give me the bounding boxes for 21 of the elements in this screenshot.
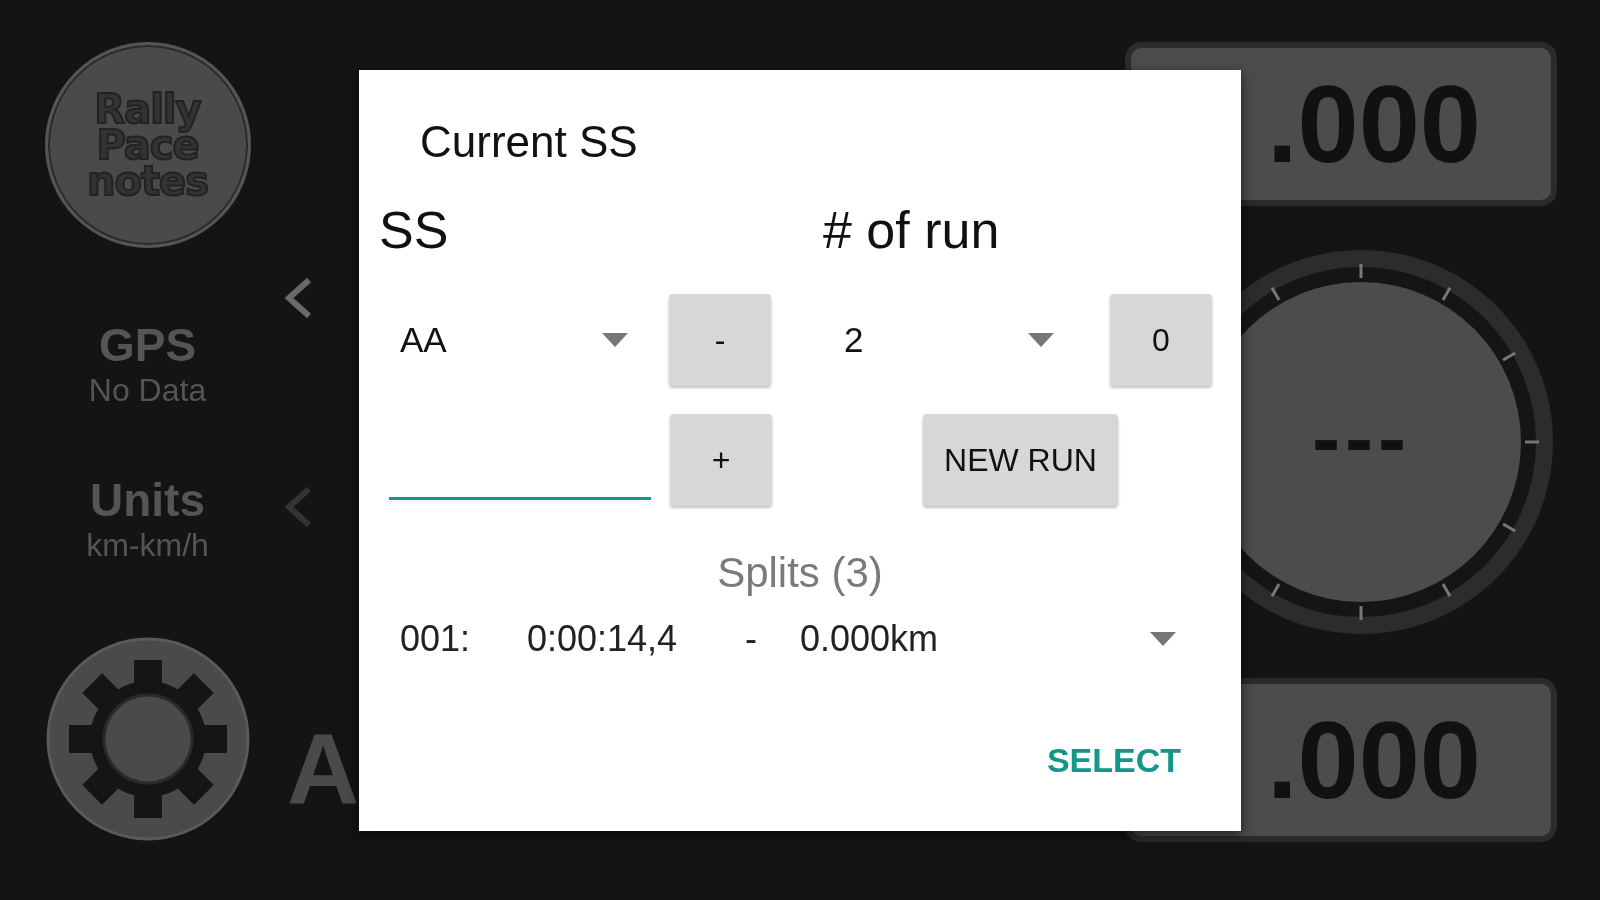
minus-button[interactable]: - (669, 294, 771, 386)
dialog-title: Current SS (420, 120, 639, 164)
splits-heading: Splits (3) (716, 548, 884, 598)
settings-icon[interactable] (44, 636, 251, 842)
plus-button[interactable]: + (670, 414, 772, 506)
dropdown[interactable]: AA (379, 313, 628, 367)
new-run-button[interactable]: NEW RUN (923, 414, 1118, 506)
caret-icon (1028, 333, 1054, 347)
status-value: km-km/h (86, 525, 209, 564)
split-dropdown[interactable]: 001: 0:00:14,4 - 0.000km (379, 612, 1221, 667)
section-label: # of run (823, 204, 1001, 261)
caret-icon (602, 333, 628, 347)
caret-icon (1150, 632, 1176, 647)
status-value: No Data (88, 370, 207, 409)
chevron-left-icon[interactable] (283, 276, 313, 320)
dropdown[interactable]: 2 (823, 313, 1054, 367)
status-label: Units (90, 475, 205, 526)
status-label: GPS (98, 320, 197, 371)
reset-button[interactable]: 0 (1110, 294, 1212, 386)
dial-reading: --- (1310, 406, 1412, 476)
section-label: SS (379, 204, 450, 261)
